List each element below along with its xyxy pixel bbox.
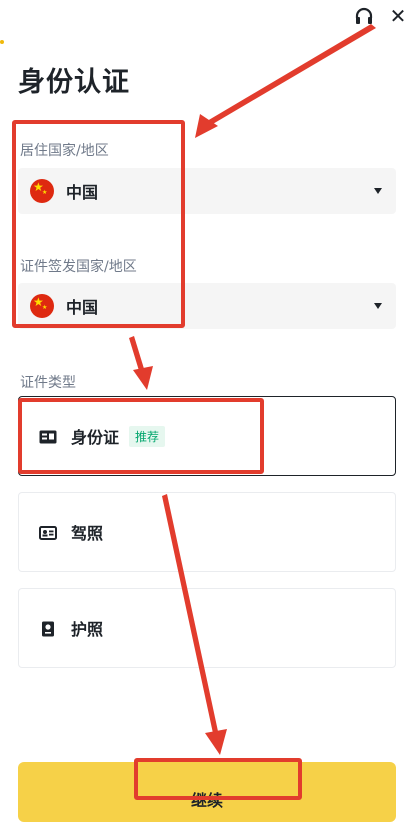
headset-icon[interactable] xyxy=(352,4,376,28)
passport-icon xyxy=(39,621,57,637)
annotation-arrow xyxy=(202,24,376,128)
annotation-arrow xyxy=(129,336,145,374)
close-icon[interactable]: ✕ xyxy=(386,4,410,28)
id-type-option-label: 护照 xyxy=(71,620,104,639)
annotation-box-continue xyxy=(134,758,302,800)
id-type-label: 证件类型 xyxy=(20,375,76,391)
annotation-arrowhead xyxy=(133,366,153,390)
id-type-option-passport[interactable]: 护照 xyxy=(18,588,396,668)
chevron-down-icon xyxy=(374,303,382,309)
chevron-down-icon xyxy=(374,188,382,194)
id-type-option-driver-license[interactable]: 驾照 xyxy=(18,492,396,572)
driver-license-icon xyxy=(39,525,57,540)
annotation-arrowhead xyxy=(205,729,227,755)
id-type-option-label: 驾照 xyxy=(71,524,104,543)
annotation-arrowhead xyxy=(195,114,218,138)
page-title: 身份认证 xyxy=(18,67,130,98)
yellow-accent-mark xyxy=(0,40,4,44)
annotation-box-id-card xyxy=(18,398,264,474)
annotation-box-country xyxy=(12,120,185,328)
